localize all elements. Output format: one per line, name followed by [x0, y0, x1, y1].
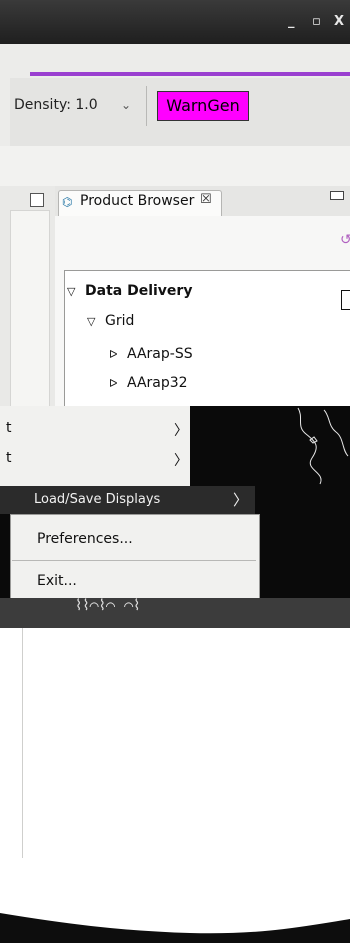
accent-line: [30, 72, 350, 76]
submenu-arrow-icon: 〉: [233, 491, 249, 509]
load-save-label: Load/Save Displays: [34, 492, 161, 507]
map-lower-band: [0, 598, 350, 628]
menu-item-submenu-1[interactable]: t: [6, 420, 12, 436]
restore-view-icon[interactable]: [30, 193, 44, 207]
map-outline-graphic: ⌇⌇⌒⌇⌒ ⌒⌇: [75, 596, 141, 614]
refresh-icon[interactable]: ↺: [340, 232, 350, 248]
file-menu-lower: Preferences... Exit...: [10, 514, 260, 600]
submenu-arrow-icon: 〉: [174, 423, 188, 439]
tree-item-aarap32[interactable]: ᐅ AArap32: [109, 375, 188, 391]
chevron-down-icon[interactable]: ⌄: [121, 98, 131, 112]
close-icon[interactable]: X: [334, 14, 344, 29]
expand-arrow-icon[interactable]: ᐅ: [109, 377, 127, 390]
minimize-icon[interactable]: _: [288, 14, 295, 29]
toolbar-spacer: [0, 146, 350, 186]
tree-item-label: AArap32: [127, 375, 188, 391]
minimize-view-icon[interactable]: [330, 191, 344, 200]
torn-edge-graphic: [0, 907, 350, 943]
tree-item-grid[interactable]: ▽ Grid: [87, 313, 134, 329]
tree-item-aarap-ss[interactable]: ᐅ AArap-SS: [109, 346, 193, 362]
coastline-graphic: [297, 407, 349, 485]
page-edge: [22, 628, 23, 858]
side-checkbox[interactable]: [341, 290, 350, 310]
tree-item-label: Grid: [105, 313, 135, 329]
product-browser-icon: ⌬: [62, 195, 73, 209]
submenu-arrow-icon: 〉: [174, 453, 188, 469]
product-tree: ▽ Data Delivery ▽ Grid ᐅ AArap-SS ᐅ AArap32: [64, 270, 350, 408]
file-menu-upper: t 〉 t 〉: [0, 406, 190, 486]
expand-arrow-icon[interactable]: ᐅ: [109, 348, 127, 361]
close-tab-icon[interactable]: ☒: [200, 192, 212, 207]
tab-label: Product Browser: [80, 193, 195, 209]
density-selector[interactable]: Density: 1.0: [14, 97, 98, 113]
menu-item-preferences[interactable]: Preferences...: [37, 531, 133, 547]
menu-item-exit[interactable]: Exit...: [37, 573, 77, 589]
window-title-bar: _ ▫ X: [0, 0, 350, 44]
collapse-arrow-icon[interactable]: ▽: [87, 315, 105, 328]
menu-item-submenu-2[interactable]: t: [6, 450, 12, 466]
maximize-icon[interactable]: ▫: [312, 14, 321, 29]
toolbar-separator: [146, 86, 147, 126]
warngen-button[interactable]: WarnGen: [157, 91, 249, 121]
menu-separator: [12, 560, 256, 561]
tree-item-label: AArap-SS: [127, 346, 193, 362]
left-view-content: [10, 210, 50, 407]
tree-item-data-delivery[interactable]: ▽ Data Delivery: [67, 283, 192, 299]
collapse-arrow-icon[interactable]: ▽: [67, 285, 85, 298]
tree-item-label: Data Delivery: [85, 283, 193, 299]
